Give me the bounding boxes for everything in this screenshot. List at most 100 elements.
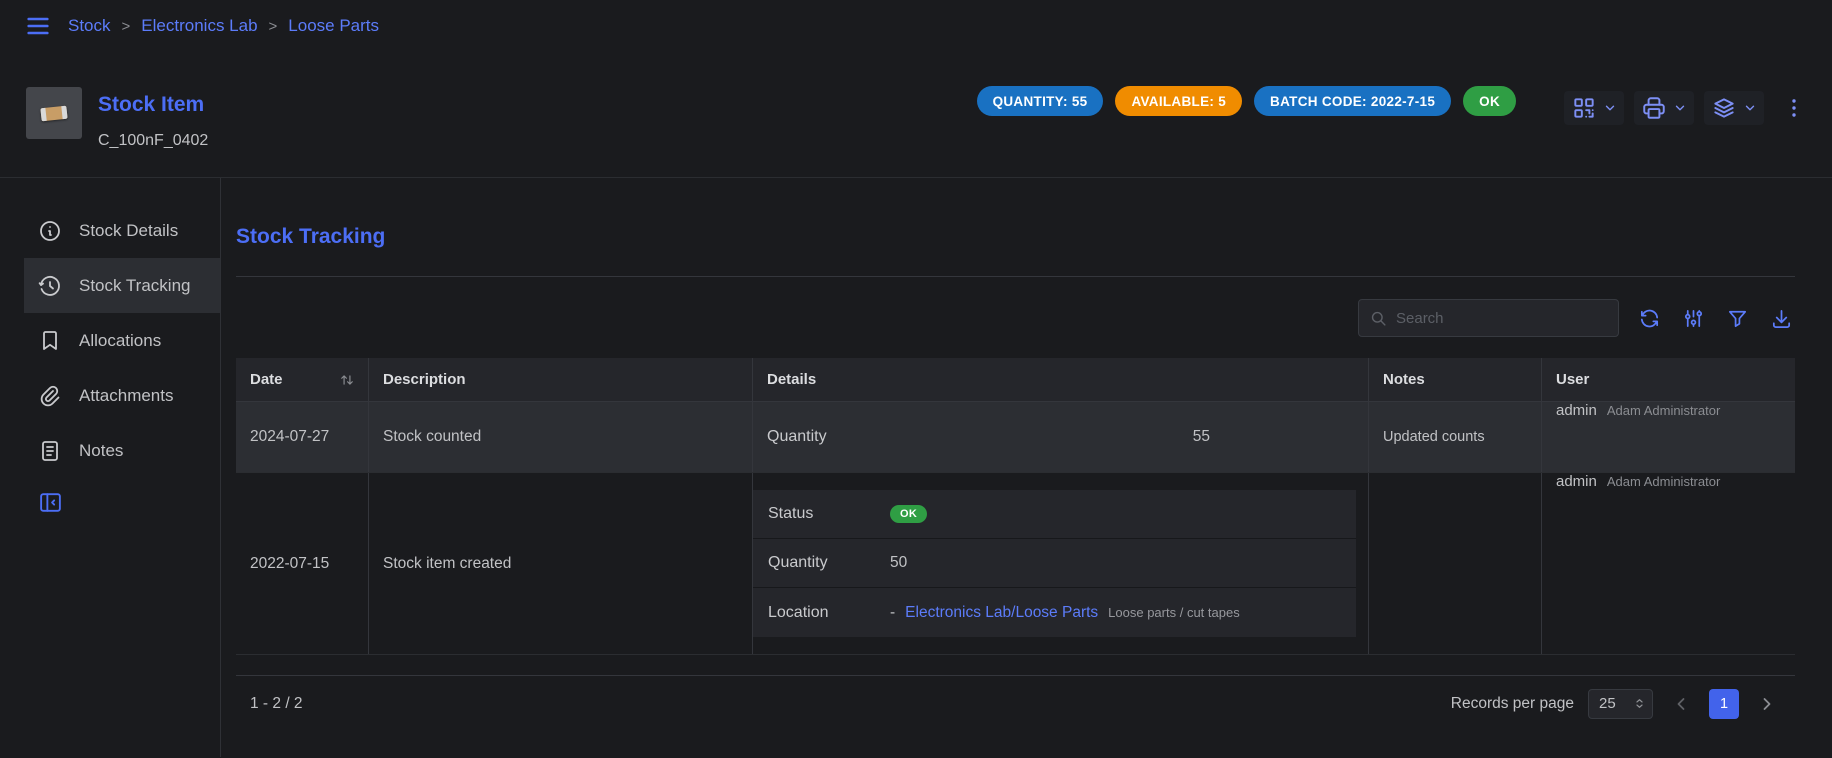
- detail-label: Location: [768, 604, 890, 622]
- records-range: 1 - 2 / 2: [250, 695, 303, 713]
- details-cell: Quantity 55: [753, 402, 1369, 472]
- table-footer: 1 - 2 / 2 Records per page 25 1: [236, 675, 1795, 731]
- table-header-row: Date Description Details Notes User: [236, 358, 1795, 402]
- download-button[interactable]: [1768, 305, 1795, 332]
- history-icon: [38, 274, 62, 298]
- collapse-sidebar-icon[interactable]: [38, 490, 63, 515]
- heading-divider: [236, 276, 1795, 277]
- search-icon: [1369, 309, 1388, 328]
- status-ok-mini-badge: OK: [890, 505, 927, 523]
- barcode-actions-button[interactable]: [1564, 91, 1624, 125]
- stock-item-thumbnail[interactable]: [26, 87, 82, 139]
- breadcrumb: Stock > Electronics Lab > Loose Parts: [68, 16, 379, 36]
- breadcrumb-separator: >: [269, 18, 278, 35]
- breadcrumb-stock[interactable]: Stock: [68, 16, 111, 36]
- next-page-button[interactable]: [1753, 690, 1781, 718]
- previous-page-button[interactable]: [1667, 690, 1695, 718]
- chevron-down-icon: [1743, 101, 1757, 115]
- bookmark-icon: [38, 329, 62, 353]
- sidebar-item-label: Stock Details: [79, 221, 178, 241]
- location-description: Loose parts / cut tapes: [1108, 605, 1240, 620]
- location-prefix: -: [890, 604, 895, 622]
- main-content: Stock Tracking: [221, 178, 1832, 757]
- table-row: 2024-07-27 Stock counted Quantity 55 Upd…: [236, 402, 1795, 473]
- column-label: Date: [250, 371, 283, 388]
- breadcrumb-loose-parts[interactable]: Loose Parts: [288, 16, 379, 36]
- user-fullname: Adam Administrator: [1607, 474, 1720, 489]
- user-cell: admin Adam Administrator: [1542, 402, 1795, 472]
- select-chevrons-icon: [1632, 696, 1647, 711]
- breadcrumb-electronics-lab[interactable]: Electronics Lab: [141, 16, 257, 36]
- column-header-description[interactable]: Description: [369, 358, 753, 401]
- detail-label: Status: [768, 505, 890, 523]
- detail-value: 55: [1193, 428, 1210, 446]
- page-body: Stock Details Stock Tracking Allocations…: [0, 178, 1832, 757]
- user-fullname: Adam Administrator: [1607, 403, 1720, 418]
- pagination-controls: Records per page 25 1: [1451, 689, 1781, 719]
- detail-value: 50: [890, 554, 907, 572]
- sidebar-item-label: Attachments: [79, 386, 174, 406]
- filter-button[interactable]: [1724, 305, 1751, 332]
- sort-icon[interactable]: [340, 373, 354, 387]
- search-input[interactable]: [1396, 310, 1608, 327]
- column-header-date[interactable]: Date: [236, 358, 369, 401]
- capacitor-image: [40, 105, 67, 121]
- records-per-page-select[interactable]: 25: [1588, 689, 1653, 719]
- location-value: - Electronics Lab/Loose Parts Loose part…: [890, 604, 1240, 622]
- sidebar-item-notes[interactable]: Notes: [24, 423, 220, 478]
- column-header-notes[interactable]: Notes: [1369, 358, 1542, 401]
- detail-label: Quantity: [768, 554, 890, 572]
- quantity-badge: QUANTITY: 55: [977, 86, 1104, 116]
- more-options-button[interactable]: [1780, 92, 1808, 124]
- table-row: 2022-07-15 Stock item created Status OK …: [236, 473, 1795, 655]
- sidebar-item-allocations[interactable]: Allocations: [24, 313, 220, 368]
- date-cell: 2022-07-15: [236, 473, 369, 654]
- username: admin: [1556, 473, 1597, 490]
- available-badge: AVAILABLE: 5: [1115, 86, 1242, 116]
- stock-operations-icon: [1711, 95, 1737, 121]
- page-1-button[interactable]: 1: [1709, 689, 1739, 719]
- notes-text: Updated counts: [1383, 429, 1485, 445]
- section-heading: Stock Tracking: [236, 224, 1795, 250]
- records-per-page-value: 25: [1599, 695, 1616, 712]
- date-cell: 2024-07-27: [236, 402, 369, 472]
- batch-code-badge: BATCH CODE: 2022-7-15: [1254, 86, 1451, 116]
- chevron-left-icon: [1671, 694, 1691, 714]
- notes-cell: Updated counts: [1369, 402, 1542, 472]
- sidebar-item-attachments[interactable]: Attachments: [24, 368, 220, 423]
- paperclip-icon: [38, 384, 62, 408]
- chevron-down-icon: [1603, 101, 1617, 115]
- stock-operations-button[interactable]: [1704, 91, 1764, 125]
- breadcrumb-separator: >: [122, 18, 131, 35]
- detail-sub-row-quantity: Quantity 50: [753, 539, 1356, 588]
- sidebar-item-stock-details[interactable]: Stock Details: [24, 203, 220, 258]
- top-navigation-bar: Stock > Electronics Lab > Loose Parts: [0, 0, 1832, 52]
- search-box: [1358, 299, 1619, 337]
- header-actions: [1564, 91, 1808, 125]
- page-title-block: Stock Item C_100nF_0402: [98, 92, 208, 150]
- column-header-user[interactable]: User: [1542, 358, 1795, 401]
- menu-icon[interactable]: [24, 12, 52, 40]
- records-per-page-label: Records per page: [1451, 695, 1574, 713]
- table-toolbar: [236, 299, 1795, 337]
- refresh-icon: [1638, 307, 1661, 330]
- location-link[interactable]: Electronics Lab/Loose Parts: [905, 604, 1098, 622]
- sidebar-item-stock-tracking[interactable]: Stock Tracking: [24, 258, 220, 313]
- table-columns-button[interactable]: [1680, 305, 1707, 332]
- column-header-details[interactable]: Details: [753, 358, 1369, 401]
- chevron-right-icon: [1757, 694, 1777, 714]
- chevron-down-icon: [1673, 101, 1687, 115]
- status-badges: QUANTITY: 55 AVAILABLE: 5 BATCH CODE: 20…: [977, 86, 1516, 116]
- detail-sub-row-location: Location - Electronics Lab/Loose Parts L…: [753, 588, 1356, 637]
- sidebar-item-label: Allocations: [79, 331, 161, 351]
- detail-label: Quantity: [767, 428, 889, 446]
- refresh-button[interactable]: [1636, 305, 1663, 332]
- part-name: C_100nF_0402: [98, 132, 208, 150]
- page-header: Stock Item C_100nF_0402 QUANTITY: 55 AVA…: [0, 52, 1832, 178]
- printing-actions-button[interactable]: [1634, 91, 1694, 125]
- description-cell: Stock item created: [369, 473, 753, 654]
- printer-icon: [1641, 95, 1667, 121]
- details-cell: Status OK Quantity 50 Location - Electro…: [753, 473, 1369, 654]
- qrcode-icon: [1571, 95, 1597, 121]
- download-icon: [1770, 307, 1793, 330]
